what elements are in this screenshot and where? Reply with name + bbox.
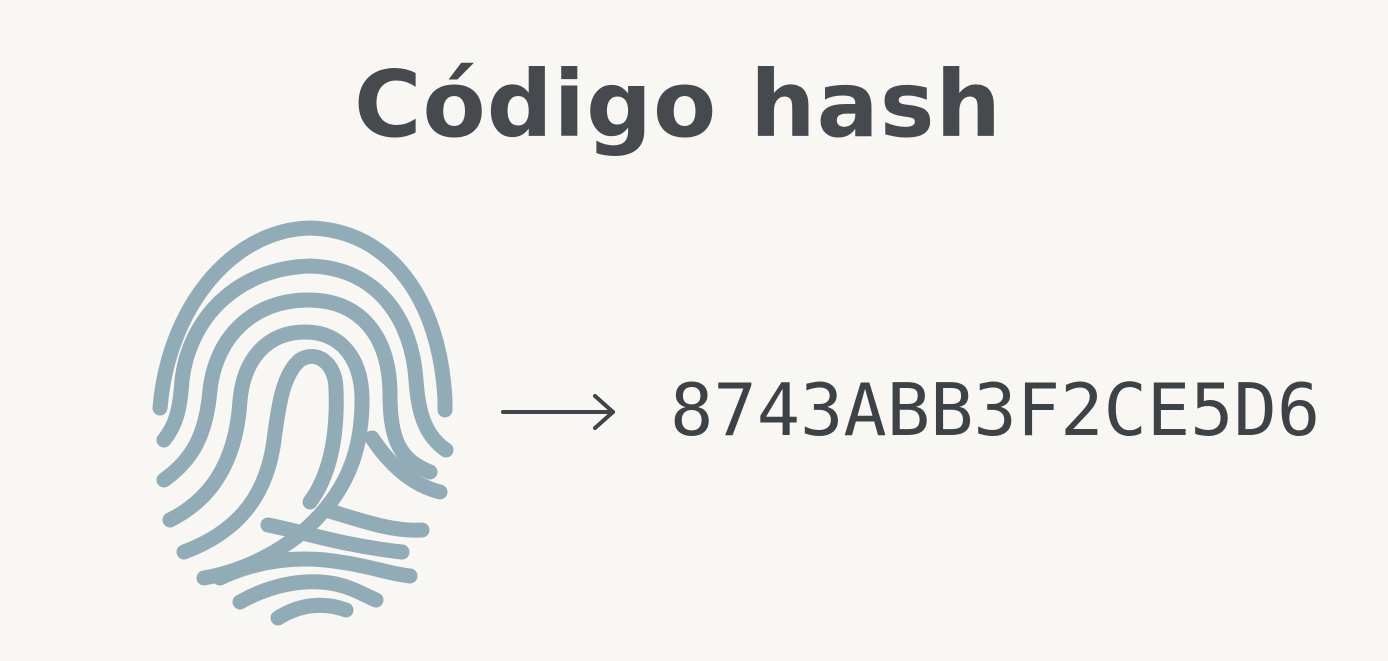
arrow-right-icon — [501, 394, 615, 430]
hash-value: 8743ABB3F2CE5D6 — [670, 368, 1321, 452]
page-title: Código hash — [353, 51, 1003, 158]
hash-diagram: Código hash 8743ABB3F2CE5D6 — [0, 0, 1388, 661]
fingerprint-icon — [152, 220, 454, 626]
